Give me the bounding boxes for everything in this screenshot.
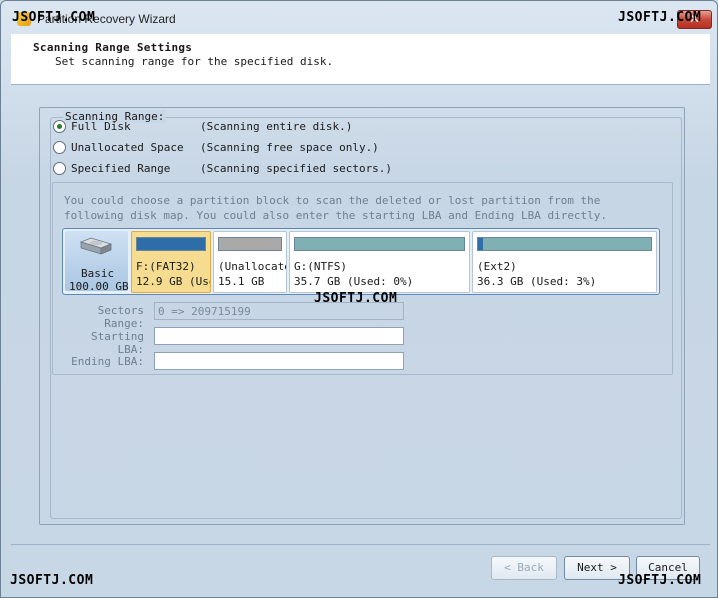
radio-description: (Scanning free space only.) <box>200 141 379 154</box>
radio-button[interactable] <box>53 120 66 133</box>
partition-block-unallocated[interactable]: (Unallocate 15.1 GB <box>213 231 287 293</box>
partition-usage-fill <box>478 238 483 250</box>
partition-size: 12.9 GB (Use <box>136 275 211 288</box>
radio-button[interactable] <box>53 141 66 154</box>
partition-block-ntfs[interactable]: G:(NTFS) 35.7 GB (Used: 0%) <box>289 231 470 293</box>
header-panel: Scanning Range Settings Set scanning ran… <box>11 34 710 85</box>
ending-lba-label: Ending LBA: <box>71 355 144 368</box>
partition-block-fat32[interactable]: F:(FAT32) 12.9 GB (Use <box>131 231 211 293</box>
partition-usage-bar <box>218 237 282 251</box>
disk-map-hint: You could choose a partition block to sc… <box>64 194 608 222</box>
disk-type: Basic <box>81 267 115 280</box>
radio-label: Specified Range <box>71 162 171 175</box>
watermark: JSOFTJ.COM <box>618 10 702 25</box>
starting-lba-input[interactable] <box>154 327 404 345</box>
title-bar: Partition Recovery Wizard ✕ <box>1 1 717 31</box>
disk-info-block[interactable]: Basic 100.00 GB <box>65 231 129 293</box>
page-title: Scanning Range Settings <box>33 41 193 54</box>
partition-name: G:(NTFS) <box>294 260 347 273</box>
disk-map-area: You could choose a partition block to sc… <box>52 182 673 375</box>
radio-label: Full Disk <box>71 120 131 133</box>
sectors-range-label: Sectors Range: <box>97 304 144 330</box>
watermark: JSOFTJ.COM <box>618 573 702 588</box>
partition-usage-fill <box>219 238 281 250</box>
watermark: JSOFTJ.COM <box>10 573 94 588</box>
radio-label: Unallocated Space <box>71 141 184 154</box>
partition-usage-bar <box>477 237 652 251</box>
ending-lba-input[interactable] <box>154 352 404 370</box>
partition-name: F:(FAT32) <box>136 260 196 273</box>
watermark: JSOFTJ.COM <box>12 10 96 25</box>
partition-name: (Ext2) <box>477 260 517 273</box>
partition-size: 35.7 GB (Used: 0%) <box>294 275 414 288</box>
radio-description: (Scanning entire disk.) <box>200 120 353 133</box>
disk-map: Basic 100.00 GB F:(FAT32) 12.9 GB (Use (… <box>62 228 660 295</box>
disk-size: 100.00 GB <box>69 280 129 293</box>
partition-size: 36.3 GB (Used: 3%) <box>477 275 597 288</box>
sectors-range-value: 0 => 209715199 <box>158 305 251 318</box>
page-subtitle: Set scanning range for the specified dis… <box>55 55 334 68</box>
partition-usage-bar <box>294 237 465 251</box>
back-button[interactable]: < Back <box>491 556 557 580</box>
hard-disk-icon <box>79 237 113 255</box>
radio-button[interactable] <box>53 162 66 175</box>
partition-usage-bar <box>136 237 206 251</box>
partition-name: (Unallocate <box>218 260 287 273</box>
bottom-separator <box>11 544 710 545</box>
watermark: JSOFTJ.COM <box>314 291 398 306</box>
partition-block-ext2[interactable]: (Ext2) 36.3 GB (Used: 3%) <box>472 231 657 293</box>
radio-description: (Scanning specified sectors.) <box>200 162 393 175</box>
partition-size: 15.1 GB <box>218 275 265 288</box>
partition-usage-fill <box>137 238 205 250</box>
starting-lba-label: Starting LBA: <box>91 330 144 356</box>
